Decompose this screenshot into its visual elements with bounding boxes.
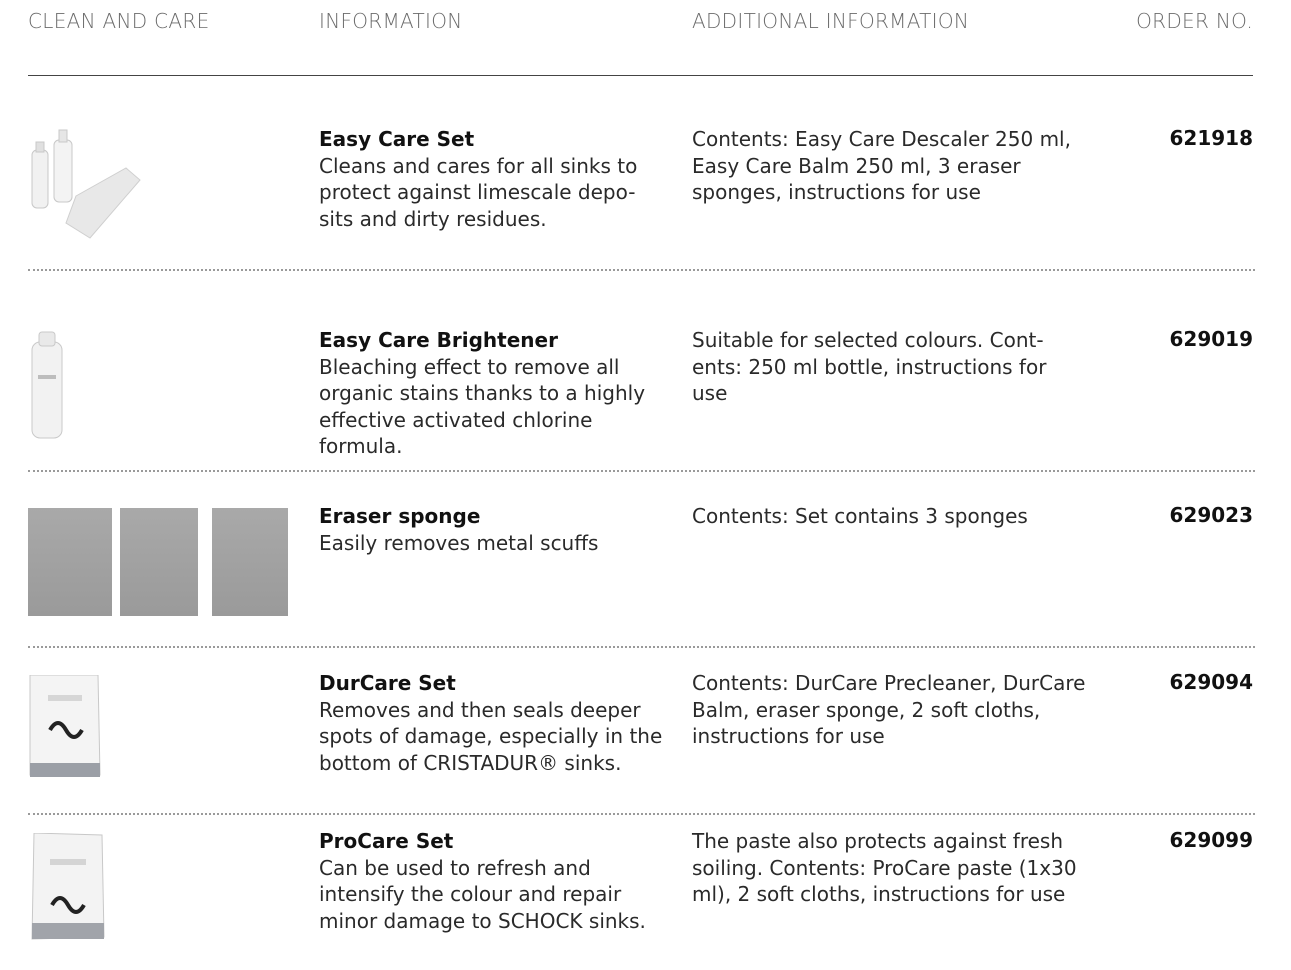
order-number: 629019: [1169, 327, 1254, 351]
product-additional-info: Contents: Easy Care Descaler 250 ml, Eas…: [692, 127, 1071, 204]
order-number: 621918: [1169, 126, 1254, 150]
row-divider: [28, 269, 1255, 271]
row-divider: [28, 470, 1255, 472]
product-description: Cleans and cares for all sinks to protec…: [319, 153, 638, 231]
bottle-product-image: [28, 330, 68, 446]
product-description: Easily removes metal scuffs: [319, 530, 599, 555]
product-name: DurCare Set: [319, 671, 456, 695]
durcare-box-product-image: [28, 674, 102, 783]
column-header-clean-and-care: CLEAN AND CARE: [28, 9, 210, 33]
order-number: 629023: [1169, 503, 1254, 527]
column-header-additional-information: ADDITIONAL INFORMATION: [692, 9, 970, 33]
product-additional-info: The paste also protects against fresh so…: [692, 829, 1077, 906]
product-info: Eraser sponge Easily removes metal scuff…: [319, 503, 669, 556]
sponges-product-image: [28, 508, 288, 621]
easy-care-set-product-image: [28, 128, 143, 244]
product-info: Easy Care Brightener Bleaching effect to…: [319, 327, 669, 460]
order-number: 629094: [1169, 670, 1254, 694]
product-name: Easy Care Set: [319, 127, 475, 151]
product-name: ProCare Set: [319, 829, 454, 853]
product-additional-info: Contents: Set contains 3 sponges: [692, 504, 1028, 528]
product-description: Can be used to refresh and intensify the…: [319, 855, 646, 933]
row-divider: [28, 813, 1255, 815]
product-info: ProCare Set Can be used to refresh and i…: [319, 828, 669, 934]
order-number: 629099: [1169, 828, 1254, 852]
column-header-order-no: ORDER NO.: [1136, 9, 1253, 33]
product-description: Bleaching effect to remove all organic s…: [319, 354, 646, 459]
row-divider: [28, 646, 1255, 648]
header-divider: [28, 75, 1253, 76]
product-info: DurCare Set Removes and then seals deepe…: [319, 670, 669, 776]
product-name: Eraser sponge: [319, 504, 481, 528]
product-additional-info: Contents: DurCare Precleaner, DurCare Ba…: [692, 671, 1086, 748]
procare-box-product-image: [28, 832, 106, 945]
product-info: Easy Care Set Cleans and cares for all s…: [319, 126, 669, 232]
column-header-information: INFORMATION: [319, 9, 463, 33]
product-description: Removes and then seals deeper spots of d…: [319, 697, 663, 775]
product-additional-info: Suitable for selected colours. Cont-ents…: [692, 328, 1047, 405]
product-name: Easy Care Brightener: [319, 328, 558, 352]
